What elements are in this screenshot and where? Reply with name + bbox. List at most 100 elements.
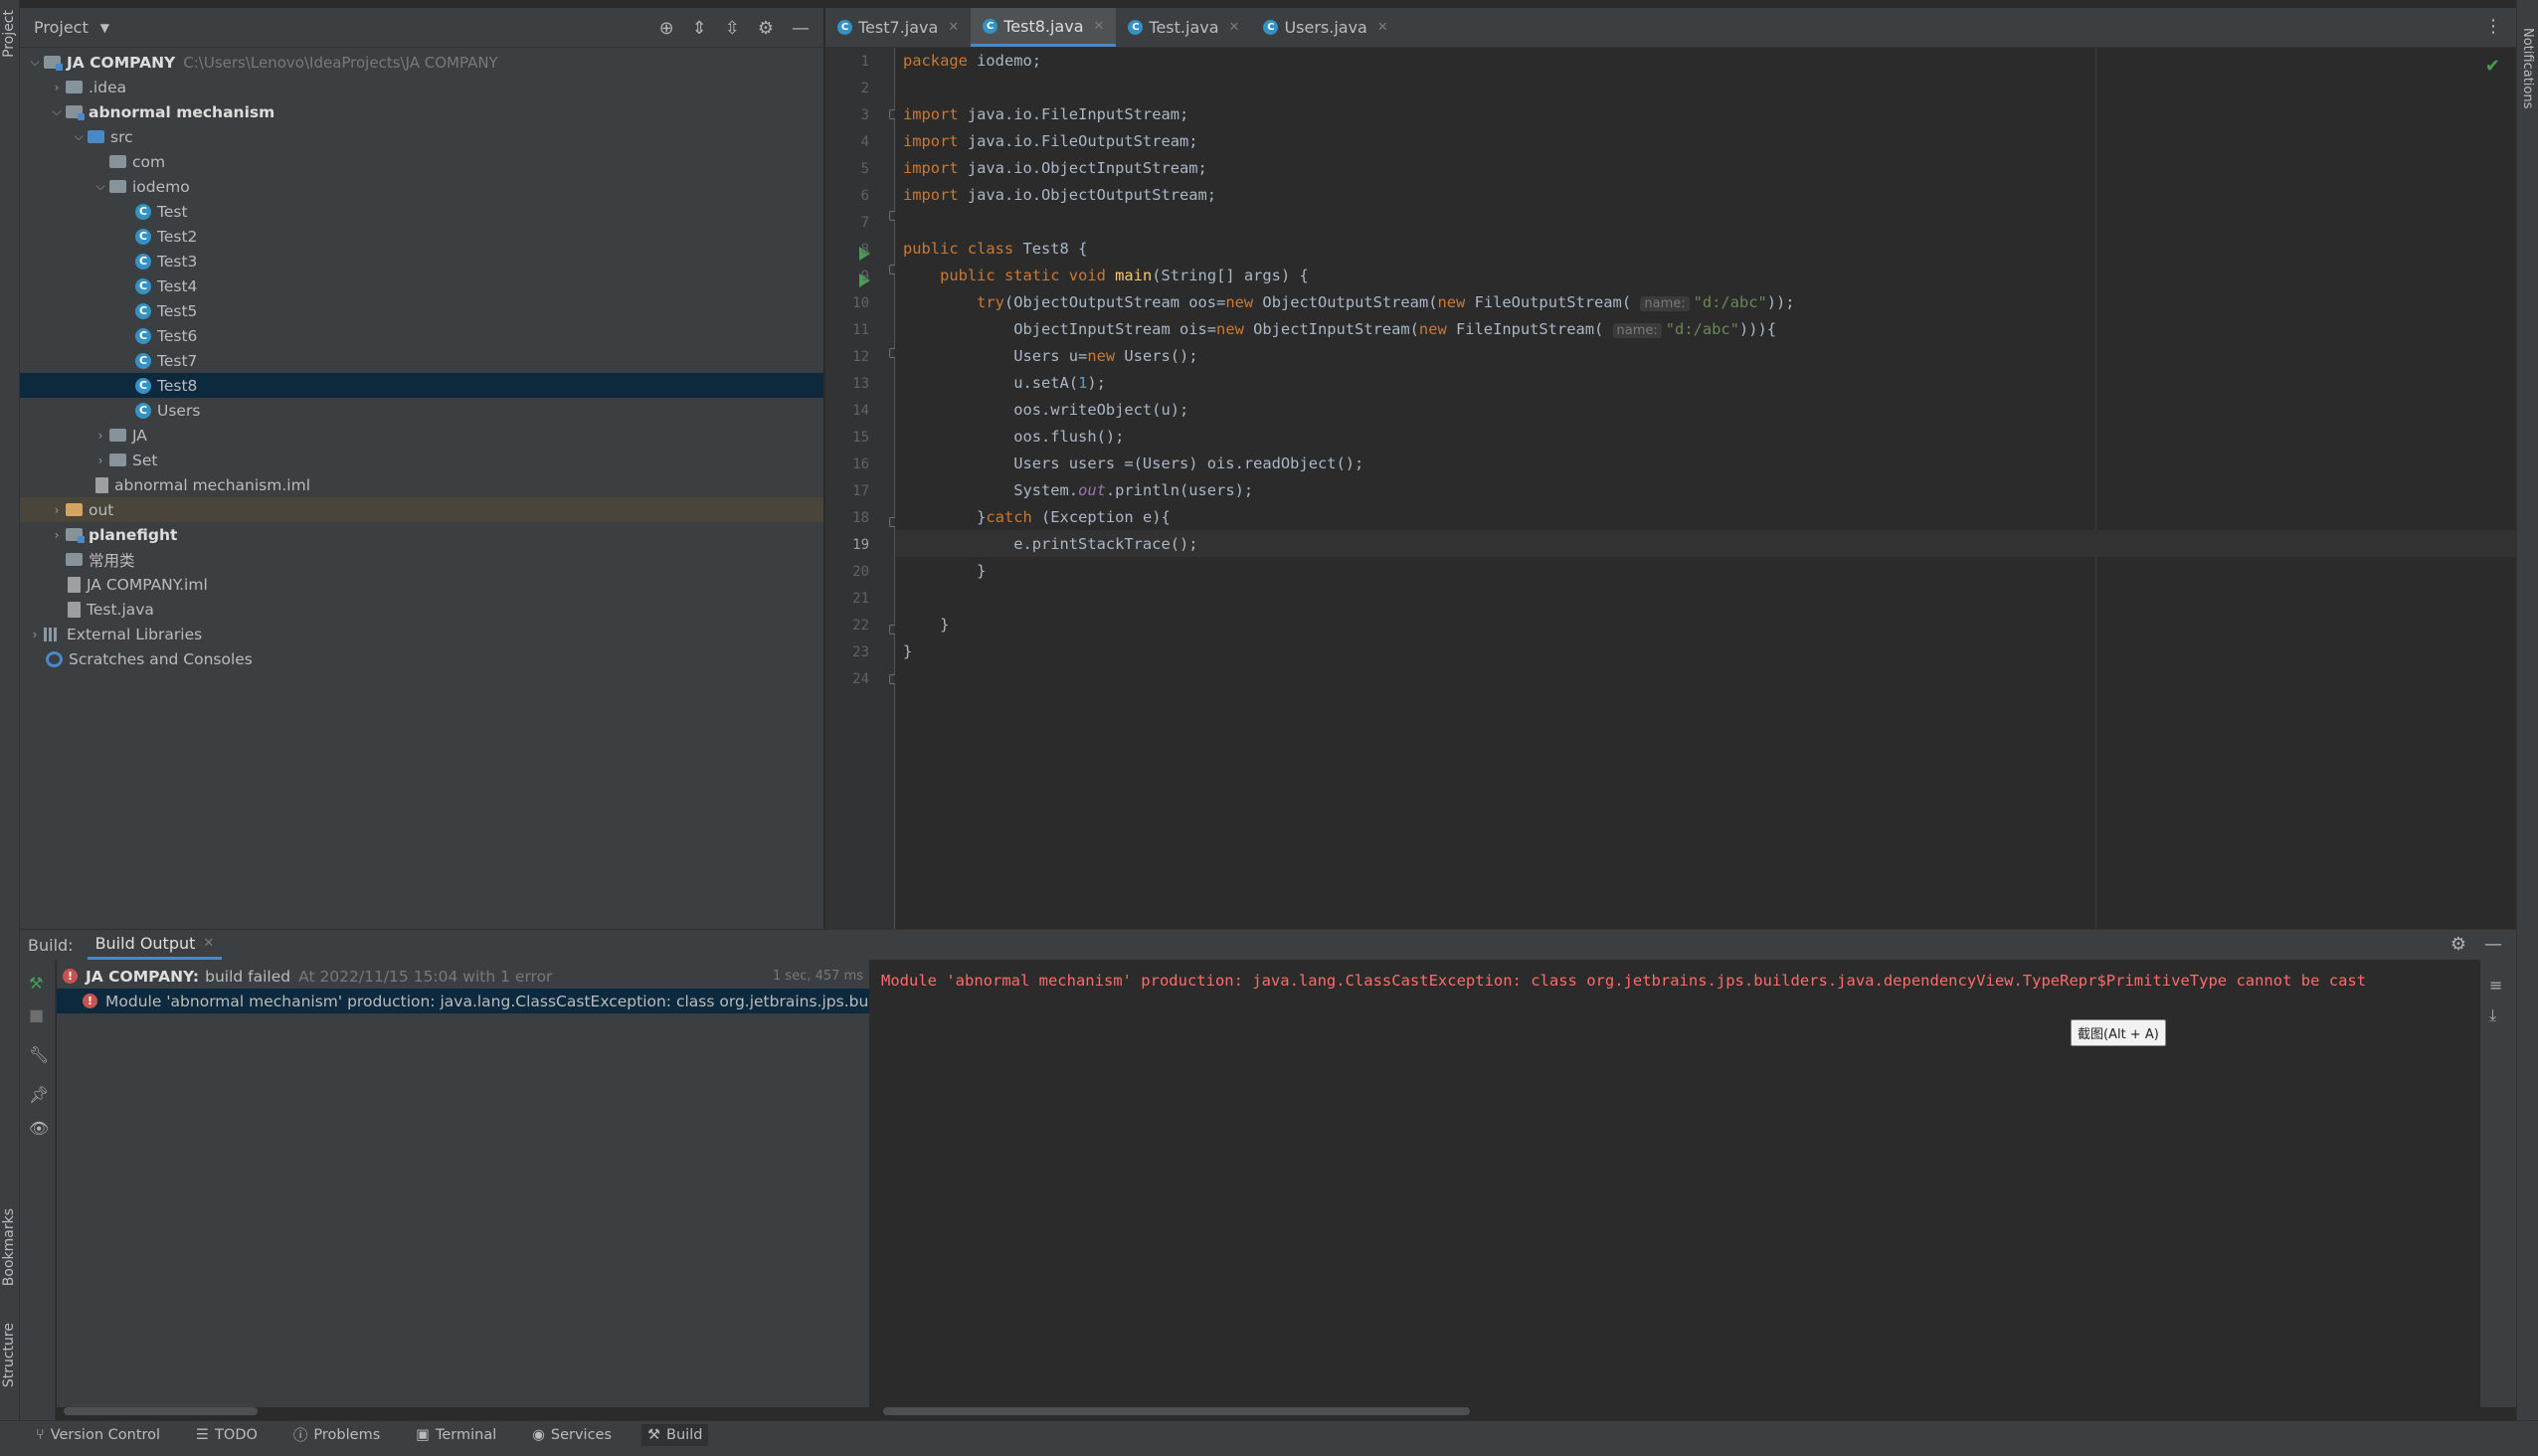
line-number: 20 xyxy=(852,564,869,580)
tree-item-ja-company-iml[interactable]: JA COMPANY.iml xyxy=(20,572,823,597)
tree-item-test5[interactable]: C Test5 xyxy=(20,298,823,323)
java-class-icon: C xyxy=(135,302,151,319)
version-control-tool-button[interactable]: ⑂ Version Control xyxy=(30,1424,166,1446)
terminal-tool-button[interactable]: ▣ Terminal xyxy=(410,1424,502,1446)
tree-item-test3[interactable]: C Test3 xyxy=(20,249,823,273)
hammer-icon: ⚒ xyxy=(647,1426,661,1443)
structure-tool-button[interactable]: Structure xyxy=(1,1323,17,1387)
select-opened-file-icon[interactable]: ⊕ xyxy=(659,18,674,39)
eye-icon[interactable]: 👁︎ xyxy=(29,1119,49,1138)
scroll-to-end-icon[interactable]: ⤓ xyxy=(2489,1005,2496,1025)
chevron-right-icon[interactable]: › xyxy=(91,454,109,467)
tab-build-output[interactable]: Build Output ✕ xyxy=(87,930,223,960)
tree-item-common-classes[interactable]: 常用类 xyxy=(20,547,823,572)
tab-test8-java[interactable]: C Test8.java ✕ xyxy=(971,8,1117,47)
line-number: 10 xyxy=(852,295,869,311)
tree-item-users[interactable]: C Users xyxy=(20,398,823,423)
chevron-right-icon[interactable]: › xyxy=(48,528,66,542)
info-icon: ⓘ xyxy=(292,1428,308,1444)
project-view-title[interactable]: Project xyxy=(34,18,89,37)
code-line: import java.io.FileInputStream; xyxy=(903,105,1189,123)
tree-item-iodemo[interactable]: ⌵ iodemo xyxy=(20,174,823,199)
tab-test-java[interactable]: C Test.java ✕ xyxy=(1116,8,1251,47)
tree-item-external-libraries[interactable]: › External Libraries xyxy=(20,622,823,646)
tree-item-planefight[interactable]: › planefight xyxy=(20,522,823,547)
chevron-right-icon[interactable]: › xyxy=(26,628,44,641)
collapse-all-icon[interactable]: ⇳ xyxy=(725,18,740,39)
build-header: Build: Build Output ✕ ⚙ — xyxy=(20,930,2516,960)
tree-item-abnormal-mechanism[interactable]: ⌵ abnormal mechanism xyxy=(20,99,823,124)
editor-gutter: 1 2 3 4 5 6 7 8 9 10 11 12 13 14 15 16 17 18 19 20 21 22 23 24 xyxy=(825,48,899,929)
soft-wrap-icon[interactable]: ≡ xyxy=(2489,976,2502,995)
problems-tool-button[interactable]: ⓘ Problems xyxy=(287,1421,386,1448)
project-panel-header[interactable]: Project ▼ ⊕ ⇕ ⇳ ⚙ — xyxy=(20,8,823,48)
chevron-down-icon[interactable]: ⌵ xyxy=(48,104,66,119)
tree-item-abnormal-mechanism-iml[interactable]: abnormal mechanism.iml xyxy=(20,472,823,497)
console-scrollbar[interactable] xyxy=(883,1407,1470,1415)
tree-item-com[interactable]: com xyxy=(20,149,823,174)
tree-item-idea[interactable]: › .idea xyxy=(20,75,823,99)
chevron-right-icon[interactable]: › xyxy=(48,503,66,517)
build-error-node[interactable]: ! Module 'abnormal mechanism' production… xyxy=(57,989,869,1013)
build-tool-button[interactable]: ⚒ Build xyxy=(641,1423,709,1446)
hide-icon[interactable]: — xyxy=(792,18,810,39)
chevron-down-icon[interactable]: ▼ xyxy=(100,21,109,35)
tree-item-test8[interactable]: C Test8 xyxy=(20,373,823,398)
tree-item-out[interactable]: › out xyxy=(20,497,823,522)
code-line: } xyxy=(903,562,987,580)
chevron-down-icon[interactable]: ⌵ xyxy=(26,55,44,70)
chevron-down-icon[interactable]: ⌵ xyxy=(91,179,109,194)
code-line: Users users =(Users) ois.readObject(); xyxy=(903,455,1364,472)
services-tool-button[interactable]: ◉ Services xyxy=(526,1424,618,1446)
line-number: 14 xyxy=(852,403,869,419)
close-icon[interactable]: ✕ xyxy=(1377,20,1388,35)
line-number: 7 xyxy=(860,215,869,231)
hammer-icon[interactable]: ⚒ xyxy=(29,974,43,993)
todo-tool-button[interactable]: ☰ TODO xyxy=(190,1424,264,1446)
tree-item-src[interactable]: ⌵ src xyxy=(20,124,823,149)
tree-item-test[interactable]: C Test xyxy=(20,199,823,224)
tab-test7-java[interactable]: C Test7.java ✕ xyxy=(825,8,971,47)
tree-item-test7[interactable]: C Test7 xyxy=(20,348,823,373)
tree-item-test2[interactable]: C Test2 xyxy=(20,224,823,249)
java-class-icon: C xyxy=(1263,20,1279,35)
gear-icon[interactable]: ⚙ xyxy=(758,18,774,39)
build-tree-scrollbar[interactable] xyxy=(64,1407,258,1415)
stop-icon[interactable]: ■ xyxy=(29,1005,44,1024)
close-icon[interactable]: ✕ xyxy=(203,936,214,951)
java-class-icon: C xyxy=(983,18,998,34)
line-number: 15 xyxy=(852,430,869,446)
hide-icon[interactable]: — xyxy=(2484,934,2502,955)
wrench-icon[interactable]: 🔧︎ xyxy=(29,1045,49,1064)
bookmarks-tool-button[interactable]: Bookmarks xyxy=(1,1208,17,1286)
chevron-right-icon[interactable]: › xyxy=(91,429,109,443)
pin-icon[interactable]: 📌︎ xyxy=(29,1085,49,1104)
notifications-tool-button[interactable]: Notifications xyxy=(2520,28,2535,108)
tree-item-ja[interactable]: › JA xyxy=(20,423,823,448)
code-editor[interactable]: package iodemo; import java.io.FileInput… xyxy=(895,48,2516,929)
build-root-node[interactable]: ! JA COMPANY: build failed At 2022/11/15… xyxy=(57,964,869,989)
tree-item-scratches[interactable]: Scratches and Consoles xyxy=(20,646,823,671)
java-class-icon: C xyxy=(135,277,151,294)
close-icon[interactable]: ✕ xyxy=(1229,20,1240,35)
tree-item-test-java[interactable]: Test.java xyxy=(20,597,823,622)
java-class-icon: C xyxy=(135,352,151,369)
gear-icon[interactable]: ⚙ xyxy=(2450,934,2466,955)
java-class-icon: C xyxy=(135,203,151,220)
tree-item-test4[interactable]: C Test4 xyxy=(20,273,823,298)
project-tool-button[interactable]: Project xyxy=(1,10,17,58)
no-problems-check-icon[interactable]: ✔ xyxy=(2485,56,2500,77)
code-line: e.printStackTrace(); xyxy=(903,535,1198,553)
tree-item-ja-company[interactable]: ⌵ JA COMPANY C:\Users\Lenovo\IdeaProject… xyxy=(20,50,823,75)
more-icon[interactable]: ⋮ xyxy=(2484,16,2502,37)
chevron-right-icon[interactable]: › xyxy=(48,81,66,94)
tab-users-java[interactable]: C Users.java ✕ xyxy=(1251,8,1399,47)
close-icon[interactable]: ✕ xyxy=(948,20,959,35)
build-console[interactable]: Module 'abnormal mechanism' production: … xyxy=(869,960,2480,1407)
expand-all-icon[interactable]: ⇕ xyxy=(692,18,707,39)
status-bar xyxy=(0,1448,2538,1456)
tree-item-test6[interactable]: C Test6 xyxy=(20,323,823,348)
close-icon[interactable]: ✕ xyxy=(1094,19,1105,34)
tree-item-set[interactable]: › Set xyxy=(20,448,823,472)
chevron-down-icon[interactable]: ⌵ xyxy=(70,129,88,144)
